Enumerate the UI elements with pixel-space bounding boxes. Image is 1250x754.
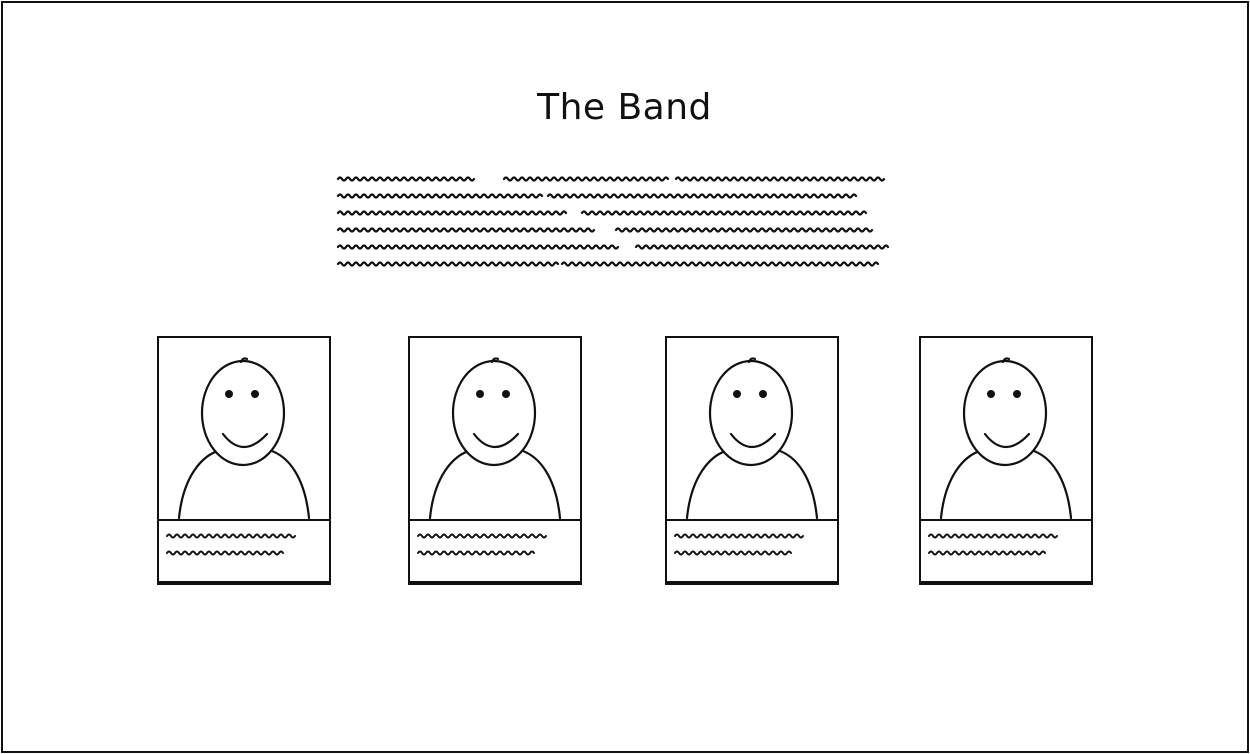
member-caption: [408, 519, 582, 585]
page-title: The Band: [537, 87, 712, 128]
caption-text-placeholder: [674, 533, 804, 556]
band-member-card: [408, 336, 582, 585]
member-caption: [665, 519, 839, 585]
person-icon: [939, 357, 1073, 519]
band-member-card: [919, 336, 1093, 585]
caption-text-placeholder: [928, 533, 1058, 556]
wireframe-canvas: The Band: [1, 1, 1249, 753]
member-caption: [919, 519, 1093, 585]
person-icon: [177, 357, 311, 519]
band-member-card: [665, 336, 839, 585]
caption-text-placeholder: [166, 533, 296, 556]
member-caption: [157, 519, 331, 585]
band-member-card: [157, 336, 331, 585]
caption-text-placeholder: [417, 533, 547, 556]
person-icon: [428, 357, 562, 519]
person-icon: [685, 357, 819, 519]
intro-text-placeholder: [336, 176, 890, 267]
